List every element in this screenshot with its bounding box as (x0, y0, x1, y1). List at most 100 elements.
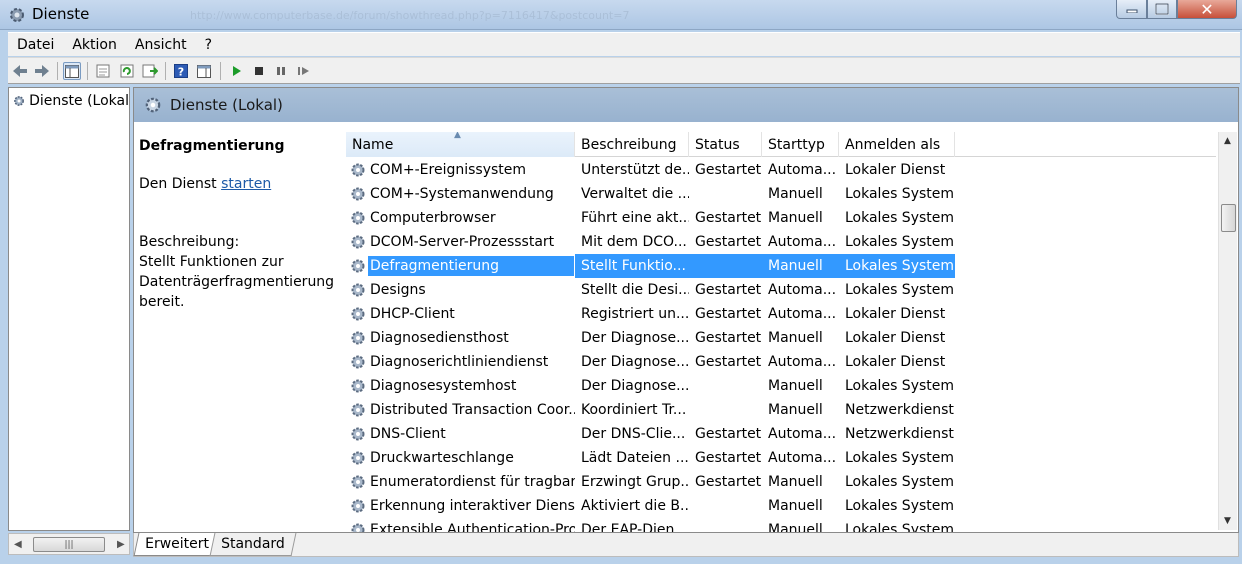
column-header-startup-type[interactable]: Starttyp (762, 132, 839, 157)
service-name: Diagnosediensthost (370, 330, 509, 346)
start-service-link[interactable]: starten (221, 176, 271, 192)
scroll-right-icon[interactable]: ▶ (117, 539, 125, 550)
tab-standard[interactable]: Standard (209, 533, 297, 556)
table-row[interactable]: DCOM-Server-Prozessstart Mit dem DCO... Ge… (346, 230, 1216, 254)
service-name: DNS-Client (370, 426, 446, 442)
console-tree-button[interactable] (63, 62, 81, 80)
scroll-thumb[interactable] (1221, 204, 1236, 232)
tree-horizontal-scrollbar[interactable]: ◀ ||| ▶ (8, 533, 130, 555)
table-row[interactable]: COM+-Systemanwendung Verwaltet die ... Man… (346, 182, 1216, 206)
table-row[interactable]: Druckwarteschlange Lädt Dateien ... Gestar… (346, 446, 1216, 470)
start-prefix: Den Dienst (139, 176, 217, 192)
table-cell: Gestartet (695, 210, 762, 226)
gear-icon (351, 259, 365, 273)
table-row[interactable]: Computerbrowser Führt eine akt... Gestarte… (346, 206, 1216, 230)
menu-aktion[interactable]: Aktion (63, 37, 126, 53)
gear-icon (351, 355, 365, 369)
list-header: ▲ Name Beschreibung Status Starttyp Anme… (346, 132, 1216, 157)
export-list-button[interactable] (141, 62, 159, 80)
table-row[interactable]: DNS-Client Der DNS-Clie... Gestartet Automa… (346, 422, 1216, 446)
properties-button[interactable] (94, 62, 112, 80)
table-cell: Mit dem DCO... (581, 234, 687, 250)
refresh-button[interactable] (118, 62, 136, 80)
tree-node-services-local[interactable]: Dienste (Lokal (13, 93, 129, 109)
column-header-name[interactable]: ▲ Name (346, 132, 575, 157)
table-cell: Lokales System (845, 498, 955, 514)
table-cell: Lokales System (839, 254, 955, 278)
table-cell: Manuell (768, 474, 823, 490)
menu-datei[interactable]: Datei (8, 37, 63, 53)
service-detail-panel: Defragmentierung Den Dienst starten Besc… (139, 138, 339, 312)
show-hide-action-pane-button[interactable] (195, 62, 213, 80)
pause-service-button[interactable] (272, 62, 290, 80)
service-name-cell: DNS-Client (346, 422, 575, 446)
service-name-cell: Designs (346, 278, 575, 302)
table-cell: Der Diagnose... (581, 378, 689, 394)
table-cell: Der DNS-Clie... (581, 426, 686, 442)
table-row[interactable]: Extensible Authentication-Pro... Der EAP-… (346, 518, 1216, 533)
column-header-label: Starttyp (768, 137, 825, 153)
column-header-label: Anmelden als (845, 137, 941, 153)
minimize-button[interactable] (1116, 0, 1147, 19)
table-row[interactable]: Diagnoserichtliniendienst Der Diagnose...… (346, 350, 1216, 374)
export-list-icon (142, 64, 158, 78)
table-row[interactable]: Defragmentierung Stellt Funktio... Manuell… (346, 254, 1216, 278)
table-cell: Stellt die Desi... (581, 282, 689, 298)
toolbar-separator (165, 62, 166, 80)
table-row[interactable]: Designs Stellt die Desi... Gestartet Automa… (346, 278, 1216, 302)
table-cell: Automa... (768, 426, 837, 442)
toolbar-separator (220, 62, 221, 80)
service-name-cell: COM+-Systemanwendung (346, 182, 575, 206)
table-cell: Netzwerkdienst (845, 426, 954, 442)
table-row[interactable]: Enumeratordienst für tragbar... Erzwingt … (346, 470, 1216, 494)
table-row[interactable]: Erkennung interaktiver Dienste Aktiviert … (346, 494, 1216, 518)
toolbar-separator (87, 62, 88, 80)
help-button[interactable]: ? (172, 62, 190, 80)
table-cell: Gestartet (695, 474, 762, 490)
service-name-cell: Defragmentierung (346, 254, 575, 278)
properties-icon (96, 64, 110, 78)
column-header-label: Status (695, 137, 740, 153)
scroll-left-icon[interactable]: ◀ (14, 539, 22, 550)
table-row[interactable]: Diagnosediensthost Der Diagnose... Gestart… (346, 326, 1216, 350)
list-vertical-scrollbar[interactable]: ▲ ▼ (1218, 132, 1237, 530)
toolbar-separator (57, 62, 58, 80)
table-cell: Registriert un... (581, 306, 689, 322)
close-button[interactable]: ✕ (1177, 0, 1237, 19)
toolbar: ? (8, 57, 1240, 84)
table-cell: Gestartet (695, 450, 762, 466)
menu-ansicht[interactable]: Ansicht (126, 37, 196, 53)
gear-icon (351, 475, 365, 489)
gear-icon (351, 307, 365, 321)
table-row[interactable]: DHCP-Client Registriert un... Gestartet Aut… (346, 302, 1216, 326)
back-button[interactable] (11, 62, 29, 80)
menu-bar: Datei Aktion Ansicht ? (8, 32, 1240, 56)
table-cell: Lokales System (845, 234, 955, 250)
table-cell: Gestartet (695, 330, 762, 346)
table-row[interactable]: COM+-Ereignissystem Unterstützt de... Gest… (346, 158, 1216, 182)
column-header-logon-as[interactable]: Anmelden als (839, 132, 955, 157)
pane-header: Dienste (Lokal) (134, 88, 1238, 122)
scroll-up-icon[interactable]: ▲ (1224, 136, 1231, 146)
scroll-thumb[interactable]: ||| (33, 537, 105, 552)
service-name: Diagnosesystemhost (370, 378, 517, 394)
table-row[interactable]: Distributed Transaction Coor... Koordinie… (346, 398, 1216, 422)
start-service-button[interactable] (227, 62, 245, 80)
table-cell: Lokales System (845, 522, 955, 533)
column-header-description[interactable]: Beschreibung (575, 132, 689, 157)
stop-service-button[interactable] (250, 62, 268, 80)
table-cell: Lokaler Dienst (845, 162, 946, 178)
column-header-status[interactable]: Status (689, 132, 762, 157)
tab-extended[interactable]: Erweitert (133, 533, 221, 556)
restart-service-button[interactable] (295, 62, 313, 80)
table-cell: Lokales System (845, 378, 955, 394)
menu-help[interactable]: ? (196, 37, 221, 53)
scroll-down-icon[interactable]: ▼ (1224, 516, 1231, 526)
table-cell: Lädt Dateien ... (581, 450, 689, 466)
table-row[interactable]: Diagnosesystemhost Der Diagnose... Manuell… (346, 374, 1216, 398)
service-name-cell: Erkennung interaktiver Dienste (346, 494, 575, 518)
forward-button[interactable] (33, 62, 51, 80)
maximize-button[interactable] (1147, 0, 1177, 19)
gear-icon (351, 163, 365, 177)
play-icon (233, 66, 241, 76)
